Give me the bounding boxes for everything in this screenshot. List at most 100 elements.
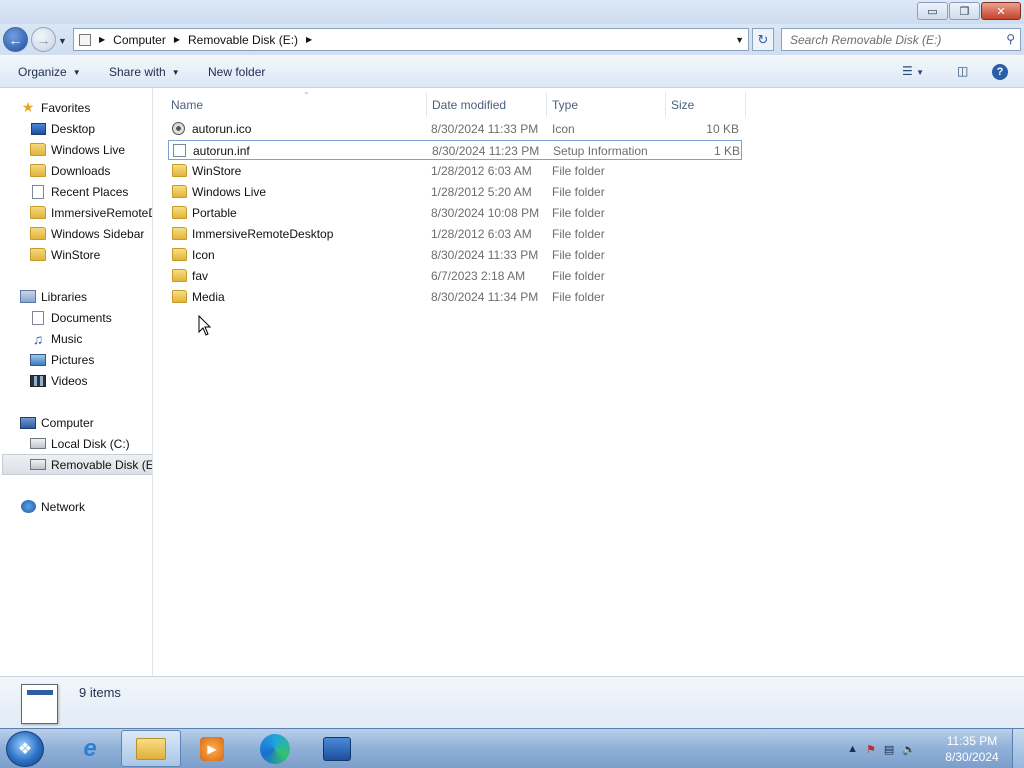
nav-computer[interactable]: Computer: [20, 412, 94, 433]
nav-removable-disk-e[interactable]: Removable Disk (E:): [2, 454, 152, 475]
search-input[interactable]: [790, 32, 990, 47]
folder-icon: [172, 206, 187, 219]
recent-pages-dropdown[interactable]: ▼: [58, 36, 67, 46]
taskbar-store[interactable]: [307, 730, 367, 767]
forward-button[interactable]: →: [31, 27, 56, 52]
nav-immersive-remote-desktop[interactable]: ImmersiveRemoteDesktop: [30, 202, 152, 223]
media-player-icon: ▶: [200, 736, 224, 761]
file-date: 8/30/2024 11:34 PM: [431, 290, 539, 304]
network-status-icon[interactable]: ▤: [884, 743, 894, 756]
folder-icon: [172, 227, 187, 240]
downloads-folder-icon: [30, 164, 46, 178]
clock-time: 11:35 PM: [946, 734, 998, 748]
folder-icon: [30, 143, 46, 157]
videos-icon: [30, 374, 46, 388]
taskbar-edge[interactable]: [245, 730, 305, 767]
folder-icon: [172, 164, 187, 177]
folder-icon: [30, 206, 46, 220]
internet-explorer-icon: e: [83, 734, 97, 762]
folder-icon: [30, 227, 46, 241]
nav-downloads[interactable]: Downloads: [30, 160, 110, 181]
file-name: fav: [192, 269, 209, 283]
column-header-size[interactable]: Size: [665, 92, 746, 117]
show-desktop-button[interactable]: [1012, 729, 1024, 768]
ico-file-icon: [172, 122, 185, 135]
folder-row[interactable]: Portable 8/30/2024 10:08 PM File folder: [168, 203, 742, 223]
nav-recent-places[interactable]: Recent Places: [30, 181, 128, 202]
help-button[interactable]: ?: [992, 64, 1008, 80]
notification-area: ▲ ⚑ ▤ 🔈: [847, 729, 924, 768]
taskbar-windows-explorer[interactable]: [121, 730, 181, 767]
new-folder-button[interactable]: New folder: [208, 65, 265, 79]
folder-row[interactable]: ImmersiveRemoteDesktop 1/28/2012 6:03 AM…: [168, 224, 742, 244]
nav-windows-sidebar[interactable]: Windows Sidebar: [30, 223, 144, 244]
folder-row[interactable]: WinStore 1/28/2012 6:03 AM File folder: [168, 161, 742, 181]
nav-desktop[interactable]: Desktop: [30, 118, 95, 139]
show-hidden-icons-icon[interactable]: ▲: [847, 743, 858, 755]
nav-videos[interactable]: Videos: [30, 370, 87, 391]
nav-documents[interactable]: Documents: [30, 307, 112, 328]
nav-network[interactable]: Network: [20, 496, 85, 517]
minimize-button[interactable]: ▭: [917, 2, 948, 20]
address-bar[interactable]: ▶ Computer ▶ Removable Disk (E:) ▶ ▼: [73, 28, 749, 51]
folder-row[interactable]: Media 8/30/2024 11:34 PM File folder: [168, 287, 742, 307]
back-arrow-icon: ←: [8, 31, 23, 48]
folder-row[interactable]: Icon 8/30/2024 11:33 PM File folder: [168, 245, 742, 265]
nav-winstore[interactable]: WinStore: [30, 244, 100, 265]
file-name: autorun.ico: [192, 122, 252, 136]
column-header-type[interactable]: Type: [546, 92, 666, 117]
breadcrumb-separator-icon[interactable]: ▶: [174, 35, 180, 44]
start-button[interactable]: ❖: [6, 731, 44, 767]
details-pane: 9 items: [0, 676, 1024, 728]
file-row[interactable]: autorun.ico 8/30/2024 11:33 PM Icon 10 K…: [168, 119, 742, 139]
folder-row[interactable]: Windows Live 1/28/2012 5:20 AM File fold…: [168, 182, 742, 202]
action-center-icon[interactable]: ⚑: [866, 743, 876, 756]
breadcrumb-removable-disk[interactable]: Removable Disk (E:) ▶: [188, 33, 320, 47]
file-name: autorun.inf: [193, 144, 250, 158]
breadcrumb-root-arrow[interactable]: ▶: [97, 35, 113, 44]
folder-icon: [172, 185, 187, 198]
breadcrumb-computer[interactable]: Computer ▶: [113, 33, 188, 47]
inf-file-icon: [173, 144, 186, 157]
folder-row[interactable]: fav 6/7/2023 2:18 AM File folder: [168, 266, 742, 286]
share-with-button[interactable]: Share with ▼: [109, 65, 180, 79]
recent-places-icon: [30, 184, 46, 199]
nav-music[interactable]: ♫ Music: [30, 328, 83, 349]
back-button[interactable]: ←: [3, 27, 28, 52]
column-header-date-modified[interactable]: Date modified: [426, 92, 547, 117]
item-count: 9 items: [79, 685, 121, 700]
taskbar-media-player[interactable]: ▶: [182, 730, 242, 767]
volume-muted-icon[interactable]: 🔈: [902, 743, 916, 756]
taskbar: ❖ e ▶ ▲ ⚑ ▤ 🔈 11:35 PM 8/30/2024: [0, 728, 1024, 768]
file-date: 6/7/2023 2:18 AM: [431, 269, 526, 283]
file-name: Windows Live: [192, 185, 267, 199]
nav-favorites[interactable]: ★ Favorites: [20, 97, 91, 118]
file-type: File folder: [552, 290, 605, 304]
taskbar-internet-explorer[interactable]: e: [60, 730, 120, 767]
breadcrumb-separator-icon[interactable]: ▶: [306, 35, 312, 44]
search-box[interactable]: ⚲: [781, 28, 1021, 51]
address-history-dropdown[interactable]: ▼: [735, 35, 744, 45]
file-date: 8/30/2024 10:08 PM: [431, 206, 540, 220]
store-icon: [323, 736, 351, 761]
network-icon: [20, 500, 36, 514]
file-row[interactable]: autorun.inf 8/30/2024 11:23 PM Setup Inf…: [168, 140, 742, 160]
change-view-button[interactable]: ☰ ▼: [902, 64, 924, 78]
nav-pictures[interactable]: Pictures: [30, 349, 94, 370]
star-icon: ★: [21, 99, 35, 115]
system-clock[interactable]: 11:35 PM 8/30/2024: [942, 733, 1002, 765]
column-header-name[interactable]: Name ⌃: [165, 91, 427, 117]
file-name: Icon: [192, 248, 215, 262]
nav-local-disk-c[interactable]: Local Disk (C:): [30, 433, 130, 454]
refresh-button[interactable]: ↻: [752, 28, 774, 51]
organize-button[interactable]: Organize ▼: [18, 65, 81, 79]
chevron-down-icon[interactable]: ▼: [916, 68, 924, 77]
refresh-icon: ↻: [757, 31, 769, 47]
preview-pane-button[interactable]: ◫: [957, 64, 968, 78]
nav-windows-live[interactable]: Windows Live: [30, 139, 125, 160]
file-name: WinStore: [192, 164, 242, 178]
nav-libraries[interactable]: Libraries: [20, 286, 87, 307]
maximize-button[interactable]: ❐: [949, 2, 980, 20]
close-button[interactable]: ✕: [981, 2, 1021, 20]
search-icon[interactable]: ⚲: [1006, 32, 1015, 46]
